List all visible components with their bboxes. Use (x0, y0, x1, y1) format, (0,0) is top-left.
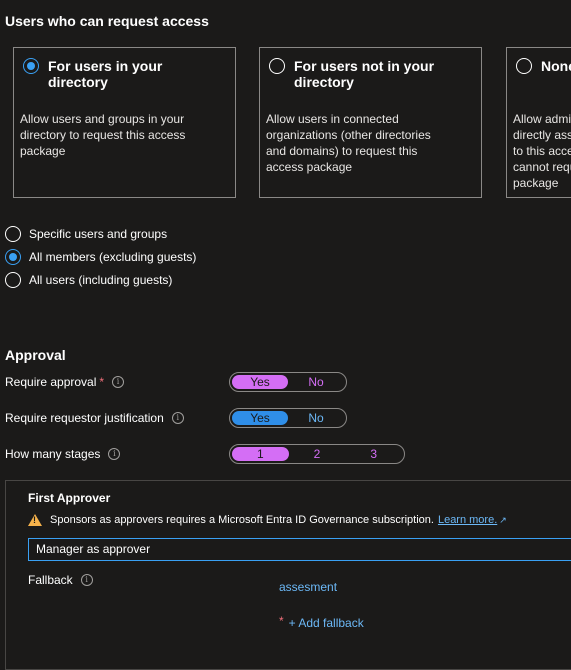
info-icon[interactable]: i (112, 376, 125, 388)
warning-icon (28, 514, 42, 526)
fallback-label: Fallback (28, 573, 73, 587)
card-description: Allow administrators to directly assign … (513, 112, 571, 190)
require-approval-toggle[interactable]: Yes No (229, 372, 347, 392)
stage-option-3[interactable]: 3 (345, 447, 402, 461)
option-specific-users[interactable]: Specific users and groups (5, 226, 167, 242)
add-fallback-row: * + Add fallback (279, 614, 364, 630)
info-icon[interactable]: i (80, 574, 93, 586)
option-label: Specific users and groups (29, 227, 168, 241)
justification-label: Require requestor justification (5, 411, 164, 425)
require-approval-label: Require approval (5, 375, 97, 389)
no-option[interactable]: No (288, 411, 344, 425)
justification-toggle[interactable]: Yes No (229, 408, 347, 428)
option-all-members[interactable]: All members (excluding guests) (5, 249, 196, 265)
no-option[interactable]: No (288, 375, 344, 389)
first-approver-title: First Approver (28, 491, 111, 505)
yes-option[interactable]: Yes (232, 375, 288, 389)
radio-none[interactable] (516, 58, 532, 74)
yes-option[interactable]: Yes (232, 411, 288, 425)
radio-users-not-in-directory[interactable] (269, 58, 285, 74)
access-section-title: Users who can request access (5, 13, 209, 29)
required-asterisk: * (99, 375, 105, 389)
radio-all-users[interactable] (5, 272, 21, 288)
fallback-value-link[interactable]: assesment (279, 580, 337, 594)
card-title: For users not in your directory (294, 58, 435, 90)
card-users-in-directory[interactable]: For users in your directory Allow users … (13, 47, 236, 198)
require-approval-label-row: Require approval * i (5, 375, 125, 389)
stage-option-2[interactable]: 2 (289, 447, 346, 461)
stages-label: How many stages (5, 447, 101, 461)
card-description: Allow users in connected organizations (… (266, 112, 431, 174)
radio-all-members[interactable] (5, 249, 21, 265)
approval-section-title: Approval (5, 347, 66, 363)
option-label: All members (excluding guests) (29, 250, 197, 264)
card-none[interactable]: None Allow administrators to directly as… (506, 47, 571, 198)
radio-specific-users[interactable] (5, 226, 21, 242)
warning-row: Sponsors as approvers requires a Microso… (28, 514, 507, 526)
learn-more-link[interactable]: Learn more. (438, 514, 497, 526)
stages-selector[interactable]: 1 2 3 (229, 444, 405, 464)
info-icon[interactable]: i (171, 412, 184, 424)
card-title: None (541, 58, 571, 74)
card-users-not-in-directory[interactable]: For users not in your directory Allow us… (259, 47, 482, 198)
approver-select[interactable]: Manager as approver (28, 538, 571, 561)
info-icon[interactable]: i (108, 448, 121, 460)
required-asterisk: * (279, 614, 284, 628)
radio-users-in-directory[interactable] (23, 58, 39, 74)
fallback-label-row: Fallback i (28, 573, 93, 587)
stages-label-row: How many stages i (5, 447, 121, 461)
justification-label-row: Require requestor justification i (5, 411, 184, 425)
stage-option-1[interactable]: 1 (232, 447, 289, 461)
option-all-users[interactable]: All users (including guests) (5, 272, 172, 288)
card-description: Allow users and groups in your directory… (20, 112, 186, 158)
external-link-icon: ↗ (499, 514, 507, 525)
warning-text: Sponsors as approvers requires a Microso… (50, 514, 434, 526)
card-title: For users in your directory (48, 58, 163, 90)
add-fallback-link[interactable]: + Add fallback (289, 616, 364, 630)
option-label: All users (including guests) (29, 273, 173, 287)
